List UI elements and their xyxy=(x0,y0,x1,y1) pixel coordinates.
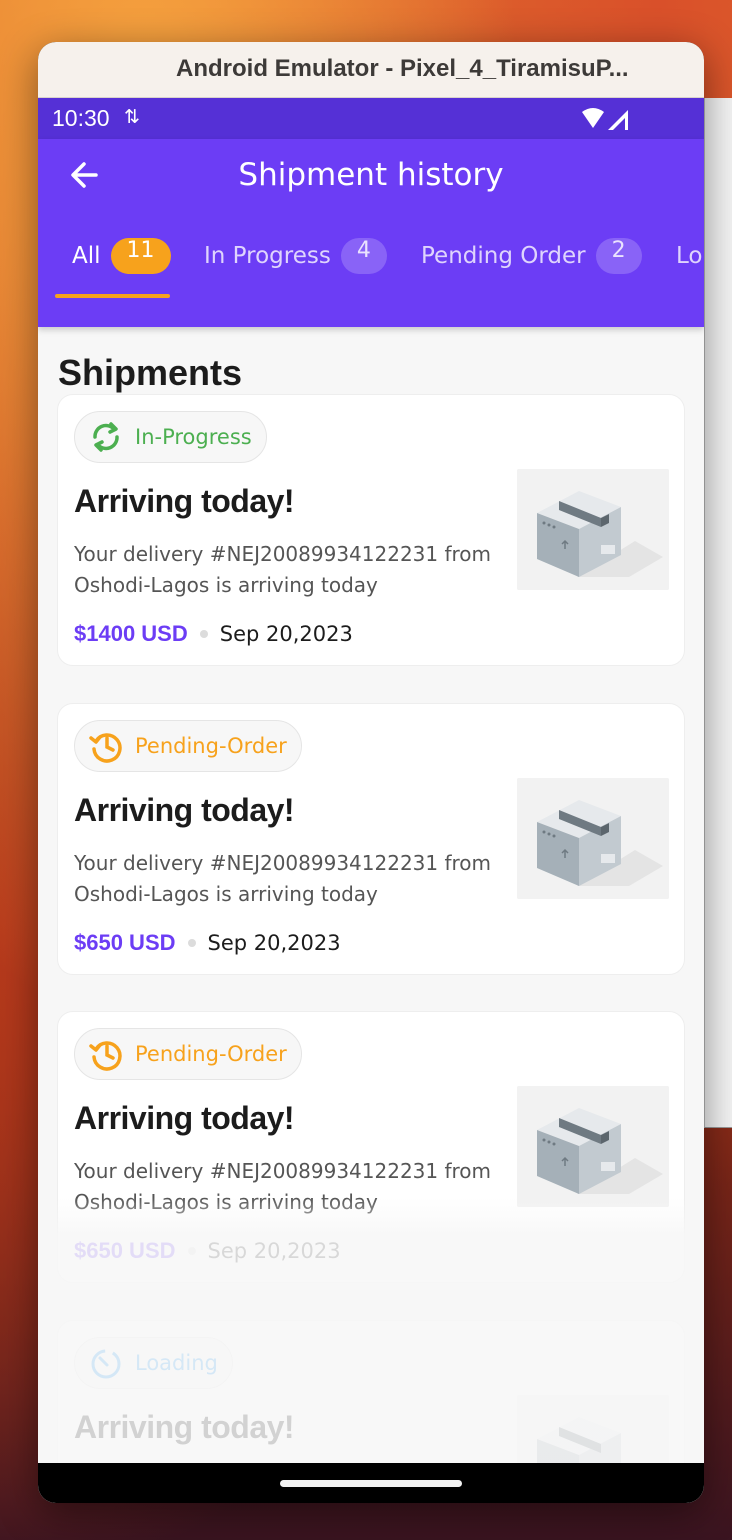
wifi-signal-icon xyxy=(582,108,628,130)
card-footer: $1400 USD Sep 20,2023 xyxy=(74,619,353,649)
tab-label: All xyxy=(72,243,101,269)
tab-loading[interactable]: Lo xyxy=(676,224,702,288)
price: $650 USD xyxy=(74,1238,176,1263)
status-tabs: All 11 In Progress 4 Pending Order 2 Lo xyxy=(38,224,704,288)
package-box-icon xyxy=(517,469,669,590)
home-gesture-handle[interactable] xyxy=(280,1480,462,1487)
emulator-window: Android Emulator - Pixel_4_TiramisuP... … xyxy=(38,42,704,1503)
status-time: 10:30 xyxy=(52,105,110,131)
status-label: Loading xyxy=(135,1351,218,1375)
package-box-icon xyxy=(517,1086,669,1207)
page-title: Shipment history xyxy=(238,157,504,193)
status-label: In-Progress xyxy=(135,425,252,449)
status-chip: Pending-Order xyxy=(74,1028,302,1080)
tab-in-progress[interactable]: In Progress 4 xyxy=(204,224,387,288)
date: Sep 20,2023 xyxy=(219,622,353,646)
card-heading: Arriving today! xyxy=(74,1100,295,1136)
shipment-card[interactable]: Pending-Order Arriving today! Your deliv… xyxy=(57,1011,685,1283)
date: Sep 20,2023 xyxy=(207,1239,341,1263)
device-screen: 10:30 ⇅ Shipment history All 11 In Progr… xyxy=(38,98,704,1503)
window-title: Android Emulator - Pixel_4_TiramisuP... xyxy=(176,55,629,82)
package-box-icon xyxy=(517,778,669,899)
separator-dot xyxy=(187,939,196,947)
app-bar: Shipment history All 11 In Progress 4 Pe… xyxy=(38,139,704,327)
tab-all[interactable]: All 11 xyxy=(72,224,171,288)
date: Sep 20,2023 xyxy=(207,931,341,955)
tab-label: In Progress xyxy=(204,243,331,269)
window-titlebar[interactable]: Android Emulator - Pixel_4_TiramisuP... xyxy=(38,42,704,98)
card-heading: Arriving today! xyxy=(74,483,295,519)
price: $1400 USD xyxy=(74,621,188,646)
sync-icon xyxy=(93,422,119,452)
card-heading: Arriving today! xyxy=(74,792,295,828)
history-icon xyxy=(89,1041,122,1071)
data-sync-icon: ⇅ xyxy=(124,106,140,128)
card-description: Your delivery #NEJ20089934122231 from Os… xyxy=(74,851,492,906)
timer-icon xyxy=(91,1349,121,1379)
active-tab-indicator xyxy=(55,294,170,298)
shipment-card[interactable]: In-Progress Arriving today! Your deliver… xyxy=(57,394,685,666)
card-description: Your delivery #NEJ20089934122231 from Os… xyxy=(74,542,492,597)
shipment-card[interactable]: Pending-Order Arriving today! Your deliv… xyxy=(57,703,685,975)
price: $650 USD xyxy=(74,930,176,955)
status-chip: In-Progress xyxy=(74,411,267,463)
card-footer: $650 USD Sep 20,2023 xyxy=(74,928,341,958)
card-description: Your delivery #NEJ20089934122231 from Os… xyxy=(74,1159,492,1214)
desktop-background-window xyxy=(704,98,732,1128)
status-label: Pending-Order xyxy=(135,1042,287,1066)
tab-count-badge: 11 xyxy=(110,238,171,274)
section-title: Shipments xyxy=(58,352,243,393)
tab-pending-order[interactable]: Pending Order 2 xyxy=(421,224,642,288)
card-heading: Arriving today! xyxy=(74,1409,295,1445)
status-label: Pending-Order xyxy=(135,734,287,758)
separator-dot xyxy=(199,630,208,638)
status-bar: 10:30 ⇅ xyxy=(38,98,704,139)
tab-count-badge: 2 xyxy=(595,238,642,274)
gesture-nav-bar xyxy=(38,1463,704,1503)
tab-count-badge: 4 xyxy=(340,238,387,274)
tab-label: Lo xyxy=(676,243,703,269)
separator-dot xyxy=(187,1247,196,1255)
status-chip: Pending-Order xyxy=(74,720,302,772)
status-chip: Loading xyxy=(74,1337,233,1389)
card-footer: $650 USD Sep 20,2023 xyxy=(74,1236,341,1266)
history-icon xyxy=(89,733,122,763)
tab-label: Pending Order xyxy=(421,243,586,269)
